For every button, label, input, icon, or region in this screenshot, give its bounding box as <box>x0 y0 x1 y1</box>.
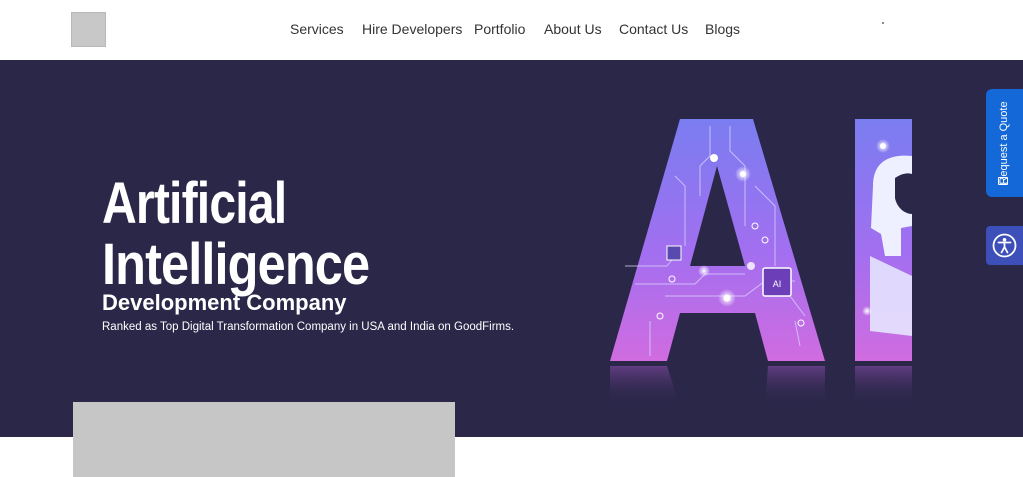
letter-a: AI <box>610 119 825 406</box>
accessibility-button[interactable] <box>986 226 1023 265</box>
chip-label: AI <box>773 279 782 289</box>
hero-banner: Artificial Intelligence Development Comp… <box>0 61 1023 437</box>
logo-placeholder[interactable] <box>71 12 106 47</box>
nav-portfolio[interactable]: Portfolio <box>474 21 525 37</box>
nav-services[interactable]: Services <box>290 21 344 37</box>
nav-hire-developers[interactable]: Hire Developers <box>362 21 462 37</box>
request-quote-label: Request a Quote <box>998 101 1010 185</box>
accessibility-icon <box>992 233 1017 258</box>
site-header: Services Hire Developers Portfolio About… <box>0 0 1023 61</box>
letter-i <box>855 119 912 406</box>
nav-about-us[interactable]: About Us <box>544 21 602 37</box>
envelope-icon <box>998 177 1008 185</box>
hero-title-line1: Artificial <box>102 171 287 236</box>
request-quote-tab[interactable]: Request a Quote <box>986 89 1023 197</box>
image-placeholder <box>73 402 455 477</box>
hero-description: Ranked as Top Digital Transformation Com… <box>102 321 515 333</box>
header-dot <box>882 22 884 24</box>
nav-contact-us[interactable]: Contact Us <box>619 21 688 37</box>
hero-title-line2: Intelligence <box>102 232 370 297</box>
ai-hero-graphic: AI <box>610 119 912 406</box>
hero-subtitle: Development Company <box>102 290 347 315</box>
nav-blogs[interactable]: Blogs <box>705 21 740 37</box>
